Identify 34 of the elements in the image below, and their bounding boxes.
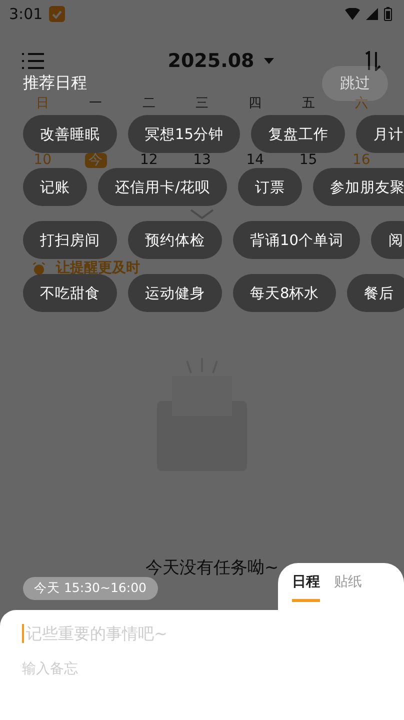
suggestion-chip[interactable]: 打扫房间	[23, 221, 117, 259]
suggestion-chip[interactable]: 背诵10个单词	[233, 221, 360, 259]
weekday-label: 五	[302, 96, 315, 112]
suggestion-chip[interactable]: 阅	[371, 221, 404, 259]
suggestion-chip[interactable]: 月计	[356, 115, 404, 153]
weekday-label: 三	[195, 96, 208, 112]
suggestion-chip[interactable]: 餐后	[347, 274, 404, 312]
suggestion-chip[interactable]: 还信用卡/花呗	[98, 168, 227, 206]
banner-title: 让提醒更及时	[56, 261, 140, 276]
suggestion-chip[interactable]: 记账	[23, 168, 87, 206]
status-time: 3:01	[9, 5, 43, 23]
checkmark-app-icon	[48, 6, 65, 22]
recommend-title: 推荐日程	[23, 73, 87, 94]
caret-icon	[264, 58, 274, 64]
suggestion-chip[interactable]: 每天8杯水	[233, 274, 336, 312]
weekday-label: 四	[248, 96, 262, 112]
empty-message: 今天没有任务呦~	[145, 557, 279, 579]
suggestion-chip[interactable]: 参加朋友聚	[312, 168, 404, 206]
suggestion-chip[interactable]: 复盘工作	[251, 115, 346, 153]
suggestion-chip[interactable]: 订票	[238, 168, 302, 206]
battery-icon	[384, 7, 392, 21]
menu-icon[interactable]	[22, 52, 44, 70]
tab[interactable]: 日程	[292, 573, 320, 602]
suggestion-chip[interactable]: 运动健身	[128, 274, 222, 312]
signal-icon	[366, 8, 378, 20]
suggestion-chip[interactable]: 不吃甜食	[23, 274, 117, 312]
weekday-label: 日	[36, 96, 50, 112]
alarm-clock-icon	[32, 262, 46, 276]
suggestion-chip[interactable]: 冥想15分钟	[128, 115, 240, 153]
suggestion-chip[interactable]: 预约体检	[128, 221, 222, 259]
weekday-label: 二	[142, 96, 156, 112]
suggestion-chip[interactable]: 改善睡眠	[23, 115, 117, 153]
wifi-icon	[345, 8, 360, 20]
weekday-label: 一	[89, 96, 102, 112]
